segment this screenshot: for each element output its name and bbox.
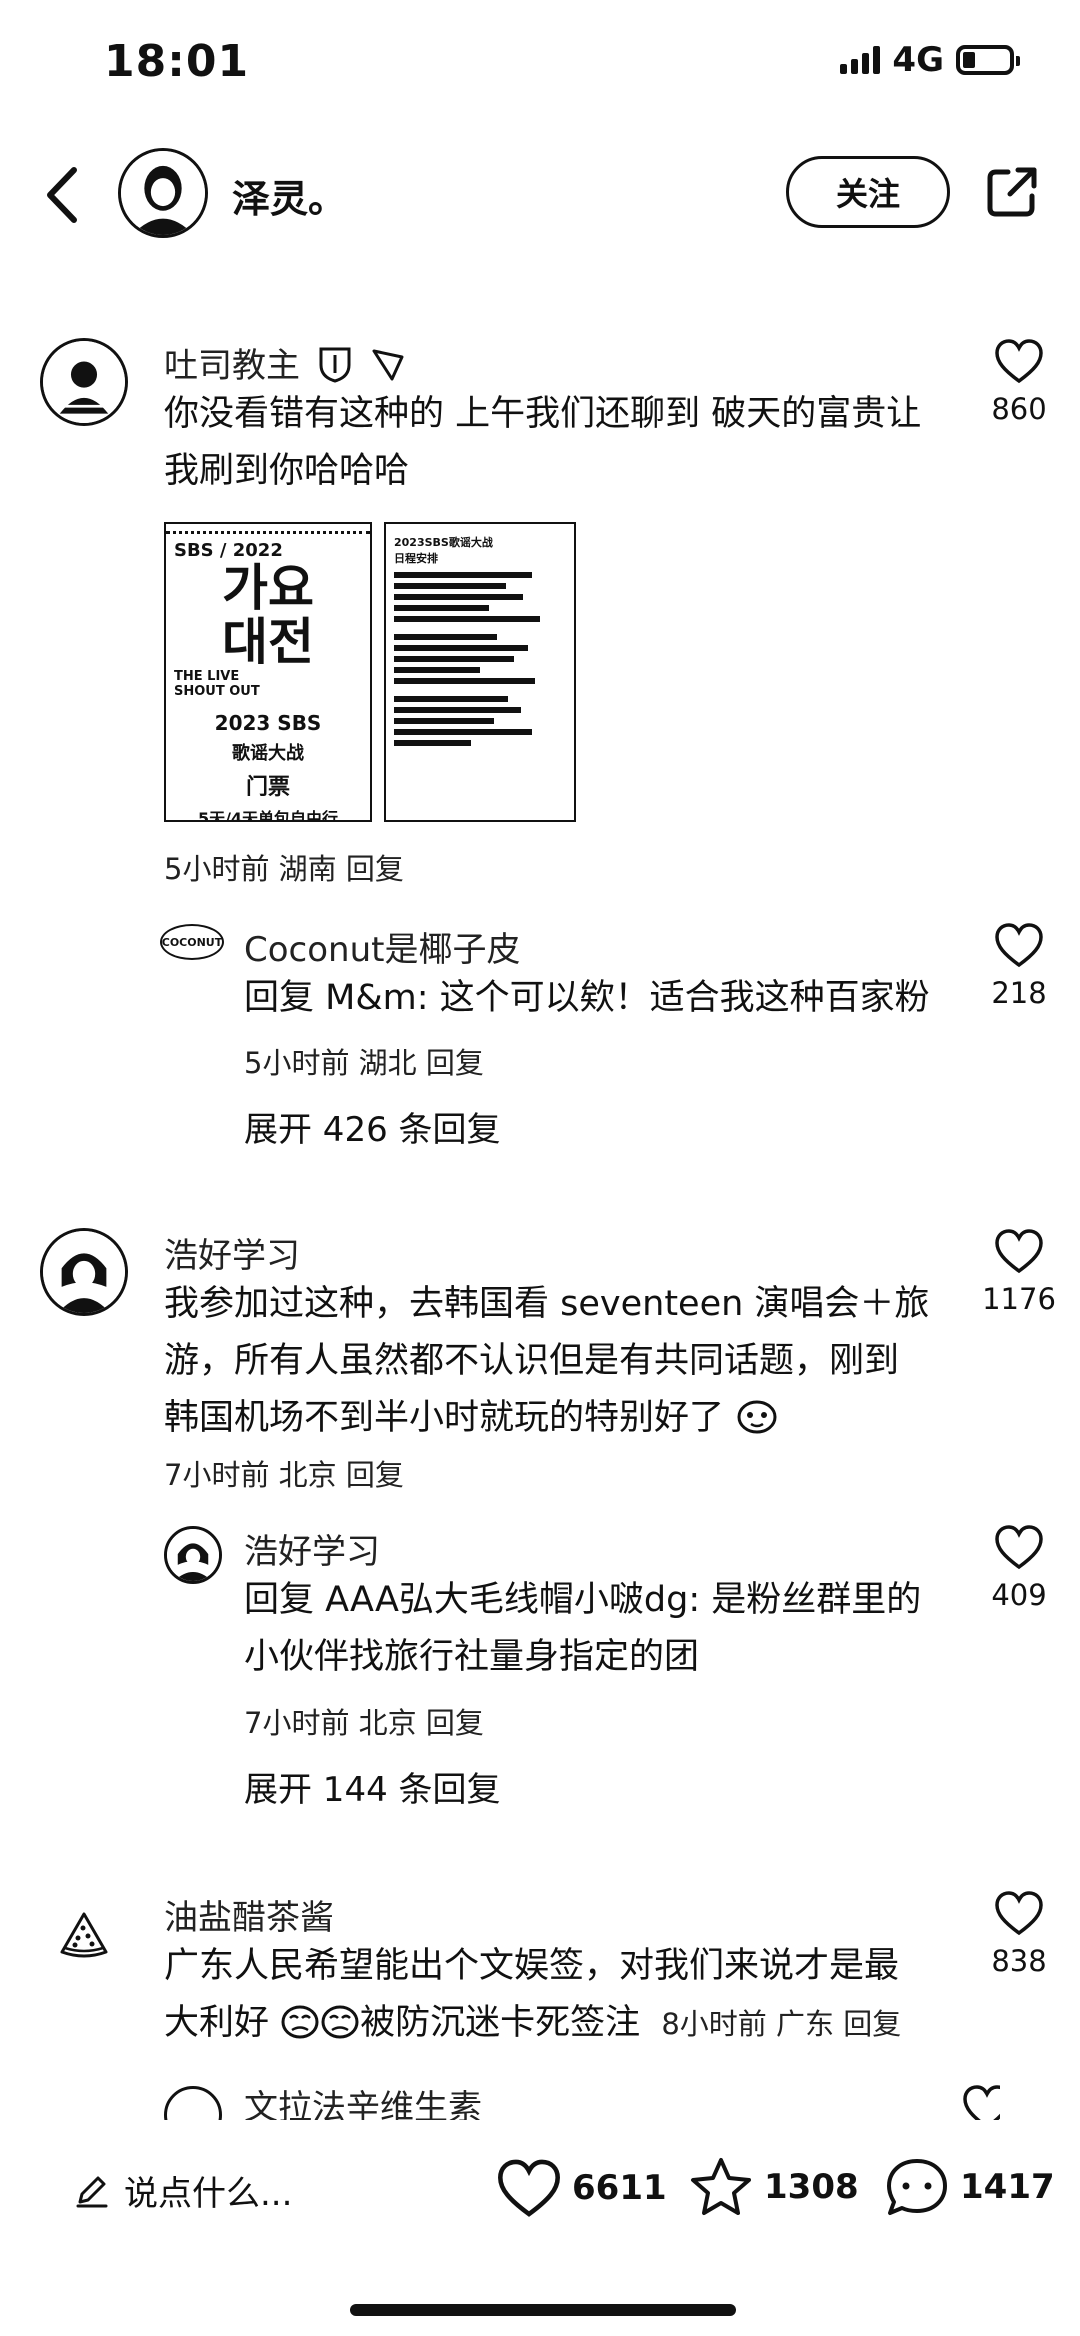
crying-emoji-icon [281,2005,319,2039]
comment-avatar[interactable] [56,1906,112,1962]
heart-icon [995,923,1043,968]
comment-username-text: 吐司教主 [164,346,300,386]
comment-meta[interactable]: 7小时前 北京 回复 [164,1452,404,1494]
comment-text-tail: 被防沉迷卡死签注 [360,2003,641,2043]
expand-replies-button[interactable]: 展开 144 条回复 [244,1762,501,1811]
heart-icon [995,1891,1043,1936]
partial-comment[interactable]: 文拉法辛维生素 [160,2080,1000,2120]
heart-icon [498,2159,560,2217]
reply-text-line: 回复 AAA弘大毛线帽小啵dg: 是粉丝群里的 [244,1580,922,1620]
reply-avatar[interactable] [164,1526,222,1584]
reply-text-line: 小伙伴找旅行社量身指定的团 [244,1637,700,1677]
comment-meta[interactable]: 8小时前 广东 回复 [661,2007,901,2041]
status-time: 18:01 [104,36,250,87]
heart-icon [995,339,1043,384]
image-text: 门票 [245,775,290,800]
image-text: 대전 [222,613,314,671]
comment-action[interactable]: 1417 [884,2156,1055,2218]
expand-replies-button[interactable]: 展开 426 条回复 [244,1102,501,1151]
follow-button[interactable]: 关注 [786,156,950,228]
heart-icon [995,1525,1043,1570]
image-text: THE LIVE [174,669,240,684]
shield-badge-icon [319,347,351,383]
reply-text: 回复 AAA弘大毛线帽小啵dg: 是粉丝群里的 小伙伴找旅行社量身指定的团 [244,1572,964,1686]
comment-text-line: 大利好 [164,2003,270,2043]
comment-image[interactable]: 2023SBS歌谣大战 日程安排 [384,522,576,822]
comment-image[interactable]: SBS / 2022 가요 대전 THE LIVE SHOUT OUT 2023… [164,522,372,822]
image-text: 5天/4天单包自由行 [197,809,339,822]
reply-avatar[interactable]: COCONUT [160,924,224,960]
like-count: 409 [991,1578,1047,1612]
comment-like-button[interactable]: 838 [964,1890,1074,1978]
share-icon [987,167,1037,217]
signal-icon [840,46,881,74]
comment-avatar[interactable] [40,338,128,426]
heart-icon [995,1229,1043,1274]
comment-like-button[interactable]: 860 [964,338,1074,426]
image-text: 日程安排 [394,552,438,565]
comment-input[interactable]: 说点什么... [72,2166,292,2215]
image-text: 가요 [222,559,314,617]
image-text: SBS / 2022 [174,540,283,561]
comment-icon [887,2159,947,2215]
battery-icon [956,45,1020,75]
watermelon-icon [60,1912,108,1958]
image-text: 2023 SBS [214,711,322,735]
comment-text-line: 韩国机场不到半小时就玩的特别好了 [164,1398,725,1438]
comment-total: 1417 [960,2167,1055,2207]
comment-text-line: 游，所有人虽然都不认识但是有共同话题，刚到 [164,1341,900,1381]
network-type: 4G [892,40,944,80]
emoji-icon [737,1400,777,1434]
back-button[interactable] [38,160,88,230]
comment-username[interactable]: 文拉法辛维生素 [244,2080,482,2120]
reply-like-button[interactable]: 218 [964,922,1074,1010]
reply-meta[interactable]: 7小时前 北京 回复 [244,1700,484,1742]
comment-meta[interactable]: 5小时前 湖南 回复 [164,846,404,888]
favorite-action[interactable]: 1308 [688,2156,859,2218]
star-icon [691,2158,751,2215]
like-count: 838 [991,1944,1047,1978]
pencil-icon [76,2176,108,2207]
comment-text: 你没看错有这种的 上午我们还聊到 破天的富贵让 我刷到你哈哈哈 [164,386,964,500]
image-text: 歌谣大战 [232,743,304,764]
back-icon [47,167,77,223]
comment-text: 广东人民希望能出个文娱签，对我们来说才是最 大利好 被防沉迷卡死签注 8小时前 … [164,1938,964,2053]
share-button[interactable] [984,164,1040,220]
reply-like-button[interactable]: 409 [964,1524,1074,1612]
reply-meta[interactable]: 5小时前 湖北 回复 [244,1040,484,1082]
comment-text-line: 你没看错有这种的 上午我们还聊到 破天的富贵让 [164,394,922,434]
like-total: 6611 [572,2168,667,2208]
home-indicator[interactable] [350,2304,736,2316]
reply-text: 回复 M&m: 这个可以欸！适合我这种百家粉 [244,978,930,1018]
comment-input-placeholder: 说点什么... [124,2174,293,2214]
heart-icon [963,2085,1000,2120]
comment-text-line: 我刷到你哈哈哈 [164,451,410,491]
comment-text-line: 我参加过这种，去韩国看 seventeen 演唱会＋旅 [164,1284,930,1324]
like-count: 1176 [982,1282,1056,1316]
like-count: 860 [991,392,1047,426]
comment-avatar[interactable] [164,2086,222,2120]
reply-username[interactable]: Coconut是椰子皮 [244,922,520,971]
favorite-total: 1308 [764,2167,859,2207]
comment-avatar[interactable] [40,1228,128,1316]
author-avatar[interactable] [118,148,208,238]
comment-username[interactable]: 油盐醋茶酱 [164,1890,334,1939]
carrot-badge-icon [372,349,404,381]
comment-username[interactable]: 浩好学习 [164,1228,300,1277]
like-count: 218 [991,976,1047,1010]
comment-username[interactable]: 吐司教主 [164,338,410,387]
comment-text-line: 广东人民希望能出个文娱签，对我们来说才是最 [164,1946,900,1986]
status-indicators: 4G [840,40,1020,80]
image-text: SHOUT OUT [174,684,260,699]
reply-username[interactable]: 浩好学习 [244,1524,380,1573]
comment-like-button[interactable]: 1176 [964,1228,1074,1316]
like-action[interactable]: 6611 [496,2158,667,2218]
crying-emoji-icon [321,2005,359,2039]
author-name[interactable]: 泽灵。 [232,168,346,223]
image-text: 2023SBS歌谣大战 [394,536,493,549]
comment-text: 我参加过这种，去韩国看 seventeen 演唱会＋旅 游，所有人虽然都不认识但… [164,1276,964,1447]
